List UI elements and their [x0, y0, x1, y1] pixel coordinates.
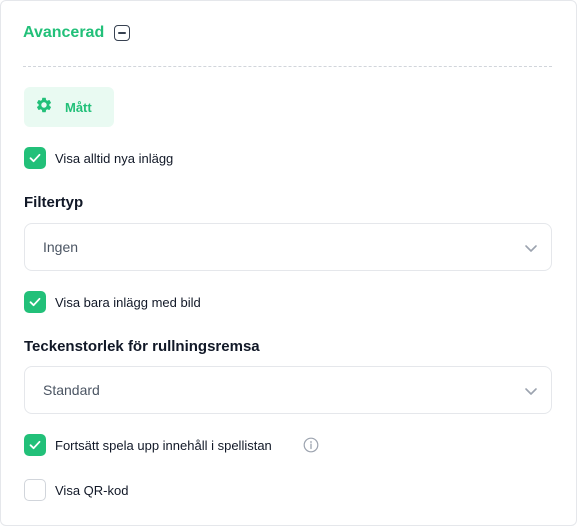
chevron-down-icon — [523, 240, 539, 261]
show-new-posts-label: Visa alltid nya inlägg — [55, 150, 174, 166]
continue-playlist-label: Fortsätt spela upp innehåll i spellistan — [55, 437, 272, 453]
metrics-button-label: Mått — [65, 99, 92, 115]
section-divider — [23, 66, 552, 67]
filter-type-label: Filtertyp — [24, 194, 84, 211]
show-image-posts-row: Visa bara inlägg med bild — [24, 291, 201, 313]
show-image-posts-label: Visa bara inlägg med bild — [55, 294, 201, 310]
checkmark-icon — [29, 440, 41, 450]
metrics-button[interactable]: Mått — [24, 87, 114, 127]
font-size-label: Teckenstorlek för rullningsremsa — [24, 338, 260, 355]
show-image-posts-checkbox[interactable] — [24, 291, 46, 313]
checkmark-icon — [29, 153, 41, 163]
show-qr-row: Visa QR-kod — [24, 479, 128, 501]
show-qr-label: Visa QR-kod — [55, 482, 129, 498]
continue-playlist-row: Fortsätt spela upp innehåll i spellistan — [24, 434, 319, 456]
font-size-select[interactable]: Standard — [24, 366, 552, 414]
filter-type-value: Ingen — [43, 239, 79, 255]
section-header: Avancerad — [23, 21, 131, 45]
font-size-value: Standard — [43, 382, 100, 398]
advanced-settings-panel: Avancerad Mått Visa alltid nya inlägg Fi… — [0, 0, 577, 526]
show-new-posts-checkbox[interactable] — [24, 147, 46, 169]
section-title: Avancerad — [23, 24, 105, 41]
info-icon[interactable] — [303, 437, 319, 453]
checkmark-icon — [29, 297, 41, 307]
chevron-down-icon — [523, 383, 539, 404]
continue-playlist-checkbox[interactable] — [24, 434, 46, 456]
gear-icon — [35, 96, 53, 119]
minus-square-icon[interactable] — [114, 25, 131, 41]
filter-type-select[interactable]: Ingen — [24, 223, 552, 271]
show-new-posts-row: Visa alltid nya inlägg — [24, 147, 173, 169]
show-qr-checkbox[interactable] — [24, 479, 46, 501]
